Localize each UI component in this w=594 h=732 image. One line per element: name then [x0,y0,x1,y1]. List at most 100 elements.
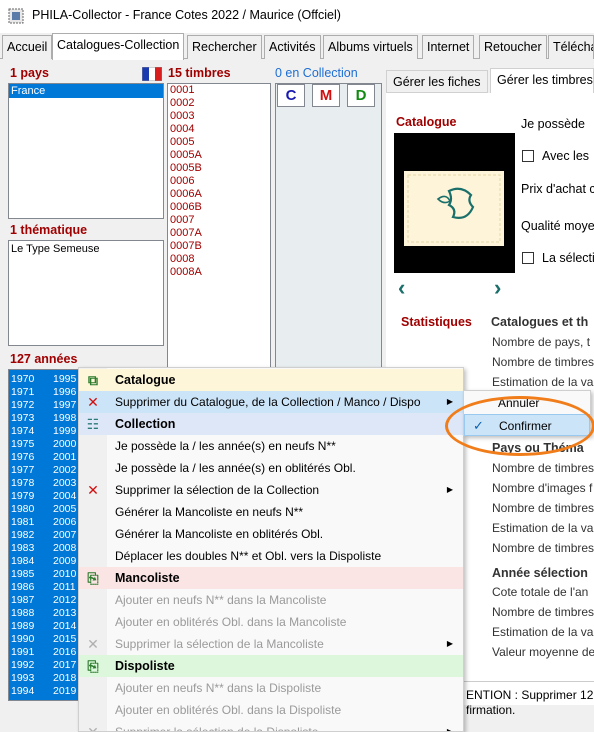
year-item[interactable]: 2011 [53,581,76,594]
menu-item[interactable]: Je possède la / les année(s) en oblitéré… [79,457,463,479]
year-item[interactable]: 1991 [11,646,34,659]
stamp-list-item[interactable]: 0006 [168,175,270,188]
year-item[interactable]: 1973 [11,412,34,425]
french-flag-icon[interactable] [142,67,162,81]
thematique-list[interactable]: Le Type Semeuse [8,240,164,346]
year-item[interactable]: 2010 [53,568,76,581]
stamp-list-item[interactable]: 0004 [168,123,270,136]
year-item[interactable]: 1979 [11,490,34,503]
year-item[interactable]: 1971 [11,386,34,399]
year-item[interactable]: 2000 [53,438,76,451]
list-item[interactable]: France [9,84,163,98]
menu-item[interactable]: Générer la Mancoliste en neufs N** [79,501,463,523]
annees-list[interactable]: 1970 1971 1972 1973 1974 1975 1976 1977 1978 1979… [8,369,80,701]
year-item[interactable]: 2006 [53,516,76,529]
collection-d-button[interactable]: D [347,84,375,107]
year-item[interactable]: 2005 [53,503,76,516]
year-item[interactable]: 2002 [53,464,76,477]
year-item[interactable]: 1994 [11,685,34,698]
stamp-list-item[interactable]: 0007 [168,214,270,227]
next-arrow-icon[interactable]: › [494,275,501,301]
year-item[interactable]: 2009 [53,555,76,568]
collection-c-button[interactable]: C [277,84,305,107]
year-item[interactable]: 1982 [11,529,34,542]
stamp-list-item[interactable]: 0007A [168,227,270,240]
stamp-list-item[interactable]: 0005A [168,149,270,162]
year-item[interactable]: 1976 [11,451,34,464]
year-item[interactable]: 1985 [11,568,34,581]
pays-list[interactable]: France [8,83,164,219]
year-item[interactable]: 1992 [11,659,34,672]
year-item[interactable]: 1980 [11,503,34,516]
menu-item[interactable]: ✕ Supprimer du Catalogue, de la Collectio… [79,391,463,413]
year-item[interactable]: 2018 [53,672,76,685]
year-item[interactable]: 1998 [53,412,76,425]
year-item[interactable]: 1972 [11,399,34,412]
tab-internet[interactable]: Internet [422,35,475,59]
year-item[interactable]: 2004 [53,490,76,503]
stamp-list-item[interactable]: 0008 [168,253,270,266]
year-item[interactable]: 2016 [53,646,76,659]
subtab-gerer-timbres[interactable]: Gérer les timbres [490,68,594,94]
stamp-list-item[interactable]: 0007B [168,240,270,253]
menu-item: Ajouter en neufs N** dans la Dispoliste [79,677,463,699]
tab-catalogues-collection[interactable]: Catalogues-Collection [52,33,185,60]
year-item[interactable]: 1996 [53,386,76,399]
year-item[interactable]: 1977 [11,464,34,477]
year-item[interactable]: 2001 [53,451,76,464]
year-item[interactable]: 1978 [11,477,34,490]
stamp-list-item[interactable]: 0005 [168,136,270,149]
stamp-list-item[interactable]: 0005B [168,162,270,175]
year-item[interactable]: 2015 [53,633,76,646]
year-item[interactable]: 1986 [11,581,34,594]
selection-checkbox[interactable] [522,252,534,264]
year-item[interactable]: 2007 [53,529,76,542]
year-item[interactable]: 1997 [53,399,76,412]
year-item[interactable]: 2008 [53,542,76,555]
year-item[interactable]: 1975 [11,438,34,451]
year-item[interactable]: 1981 [11,516,34,529]
menu-item[interactable]: ✕ Supprimer la sélection de la Collection… [79,479,463,501]
tab-albums-virtuels[interactable]: Albums virtuels [323,35,418,59]
year-item[interactable]: 2014 [53,620,76,633]
year-item[interactable]: 1974 [11,425,34,438]
year-item[interactable]: 2019 [53,685,76,698]
tab-accueil[interactable]: Accueil [2,35,53,59]
year-item[interactable]: 2017 [53,659,76,672]
collection-m-button[interactable]: M [312,84,340,107]
year-item[interactable]: 2012 [53,594,76,607]
menu-item[interactable]: Générer la Mancoliste en oblitérés Obl. [79,523,463,545]
year-item[interactable]: 1990 [11,633,34,646]
stamp-list-item[interactable]: 0006B [168,201,270,214]
list-item[interactable]: Le Type Semeuse [9,241,163,257]
stat-line: Nombre d'images f [492,481,593,495]
year-item[interactable]: 1993 [11,672,34,685]
year-item[interactable]: 2003 [53,477,76,490]
menu-item-label: Collection [115,417,176,431]
menu-item[interactable]: Déplacer les doubles N** et Obl. vers la… [79,545,463,567]
stamp-list-item[interactable]: 0003 [168,110,270,123]
tab-telecharger[interactable]: Téléchar [548,35,594,59]
menu-item[interactable]: Je possède la / les année(s) en neufs N*… [79,435,463,457]
year-item[interactable]: 2013 [53,607,76,620]
year-item[interactable]: 1983 [11,542,34,555]
stamp-list-item[interactable]: 0002 [168,97,270,110]
avec-les-checkbox[interactable] [522,150,534,162]
subtab-gerer-fiches[interactable]: Gérer les fiches [386,70,488,93]
tab-activites[interactable]: Activités [264,35,321,59]
year-item[interactable]: 1999 [53,425,76,438]
year-item[interactable]: 1989 [11,620,34,633]
tab-retoucher[interactable]: Retoucher [479,35,547,59]
stamp-list-item[interactable]: 0008A [168,266,270,279]
previous-arrow-icon[interactable]: ‹ [398,275,405,301]
year-item[interactable]: 1984 [11,555,34,568]
stat-line: Nombre de timbres [492,461,594,475]
menu-section-header: ⎘ Dispoliste [79,655,463,677]
tab-rechercher[interactable]: Rechercher [187,35,262,59]
stamp-list-item[interactable]: 0001 [168,84,270,97]
year-item[interactable]: 1970 [11,373,34,386]
year-item[interactable]: 1995 [53,373,76,386]
year-item[interactable]: 1987 [11,594,34,607]
stamp-list-item[interactable]: 0006A [168,188,270,201]
year-item[interactable]: 1988 [11,607,34,620]
